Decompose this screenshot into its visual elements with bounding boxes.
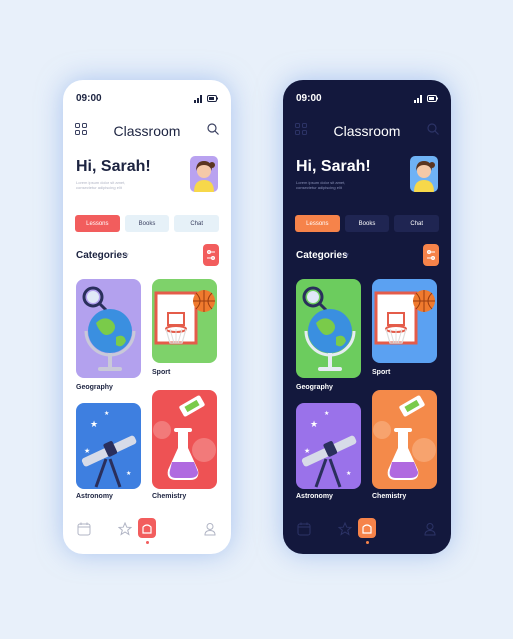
bottom-nav: [75, 518, 219, 544]
search-icon[interactable]: [207, 123, 219, 135]
svg-text:★: ★: [90, 420, 98, 430]
globe-icon: [302, 286, 356, 371]
card-astronomy[interactable]: ★ ★ ★ ★: [296, 403, 361, 489]
tab-chat[interactable]: Chat: [394, 215, 440, 232]
globe-icon: [82, 286, 136, 371]
avatar[interactable]: [410, 156, 438, 192]
categories-header: Categories ▼: [296, 244, 439, 266]
app-header: Classroom: [295, 120, 439, 142]
home-button[interactable]: [358, 518, 376, 538]
card-chemistry[interactable]: [152, 390, 217, 489]
svg-text:★: ★: [84, 447, 90, 455]
card-geography[interactable]: [76, 279, 141, 378]
status-time: 09:00: [296, 93, 322, 104]
signal-icon: [194, 95, 202, 103]
card-geography[interactable]: [296, 279, 361, 378]
categories-header: Categories ▼: [76, 244, 219, 266]
greeting-block: Hi, Sarah! Lorem ipsum dolor sit amet, c…: [76, 158, 151, 190]
bottom-nav: [295, 518, 439, 544]
girl-avatar-icon: [194, 161, 215, 192]
greeting-block: Hi, Sarah! Lorem ipsum dolor sit amet, c…: [296, 158, 371, 190]
user-icon[interactable]: [203, 522, 217, 536]
card-label-geography: Geography: [296, 384, 333, 391]
greeting-subtitle: Lorem ipsum dolor sit amet, consectetur …: [296, 180, 346, 190]
status-time: 09:00: [76, 93, 102, 104]
flask-icon: [373, 395, 436, 480]
card-label-sport: Sport: [152, 369, 171, 376]
tab-books[interactable]: Books: [124, 215, 170, 232]
avatar[interactable]: [190, 156, 218, 192]
tab-lessons[interactable]: Lessons: [75, 215, 120, 232]
active-indicator: [366, 541, 369, 544]
tab-bar: Lessons Books Chat: [295, 215, 440, 232]
filter-button[interactable]: [203, 244, 219, 266]
categories-title: Categories: [76, 250, 128, 261]
card-label-sport: Sport: [372, 369, 391, 376]
chevron-down-icon[interactable]: ▼: [124, 253, 130, 259]
card-sport[interactable]: [152, 279, 217, 363]
svg-text:★: ★: [126, 470, 131, 477]
card-label-geography: Geography: [76, 384, 113, 391]
categories-title: Categories: [296, 250, 348, 261]
search-icon[interactable]: [427, 123, 439, 135]
tab-bar: Lessons Books Chat: [75, 215, 220, 232]
signal-icon: [414, 95, 422, 103]
calendar-icon[interactable]: [297, 522, 311, 536]
page-title: Classroom: [333, 123, 401, 139]
card-astronomy[interactable]: ★ ★ ★ ★: [76, 403, 141, 489]
filter-icon: [207, 250, 215, 260]
home-icon: [362, 524, 372, 534]
telescope-icon: ★ ★ ★ ★: [301, 410, 357, 488]
card-label-chemistry: Chemistry: [152, 493, 187, 500]
card-label-astronomy: Astronomy: [296, 493, 333, 500]
card-chemistry[interactable]: [372, 390, 437, 489]
card-sport[interactable]: [372, 279, 437, 363]
status-bar: 09:00: [76, 93, 218, 107]
filter-icon: [427, 250, 435, 260]
home-icon: [142, 524, 152, 534]
star-icon[interactable]: [118, 522, 132, 536]
flask-icon: [153, 395, 216, 480]
phone-dark-theme: 09:00 Classroom Hi, Sarah! Lorem ipsum d…: [283, 80, 451, 554]
greeting-title: Hi, Sarah!: [296, 158, 371, 175]
svg-text:★: ★: [346, 470, 351, 477]
basketball-icon: [154, 290, 215, 345]
basketball-icon: [374, 290, 435, 345]
telescope-icon: ★ ★ ★ ★: [81, 410, 137, 488]
svg-text:★: ★: [304, 447, 310, 455]
card-label-chemistry: Chemistry: [372, 493, 407, 500]
calendar-icon[interactable]: [77, 522, 91, 536]
active-indicator: [146, 541, 149, 544]
card-label-astronomy: Astronomy: [76, 493, 113, 500]
tab-lessons[interactable]: Lessons: [295, 215, 340, 232]
tab-chat[interactable]: Chat: [174, 215, 220, 232]
tab-books[interactable]: Books: [344, 215, 390, 232]
battery-icon: [427, 95, 438, 102]
svg-text:★: ★: [324, 410, 329, 417]
app-header: Classroom: [75, 120, 219, 142]
phone-light-theme: 09:00 Classroom Hi, Sarah! Lorem ipsum d…: [63, 80, 231, 554]
girl-avatar-icon: [414, 161, 435, 192]
star-icon[interactable]: [338, 522, 352, 536]
svg-text:★: ★: [104, 410, 109, 417]
battery-icon: [207, 95, 218, 102]
chevron-down-icon[interactable]: ▼: [344, 253, 350, 259]
svg-text:★: ★: [310, 420, 318, 430]
status-bar: 09:00: [296, 93, 438, 107]
home-button[interactable]: [138, 518, 156, 538]
page-title: Classroom: [113, 123, 181, 139]
filter-button[interactable]: [423, 244, 439, 266]
greeting-title: Hi, Sarah!: [76, 158, 151, 175]
greeting-subtitle: Lorem ipsum dolor sit amet, consectetur …: [76, 180, 126, 190]
user-icon[interactable]: [423, 522, 437, 536]
